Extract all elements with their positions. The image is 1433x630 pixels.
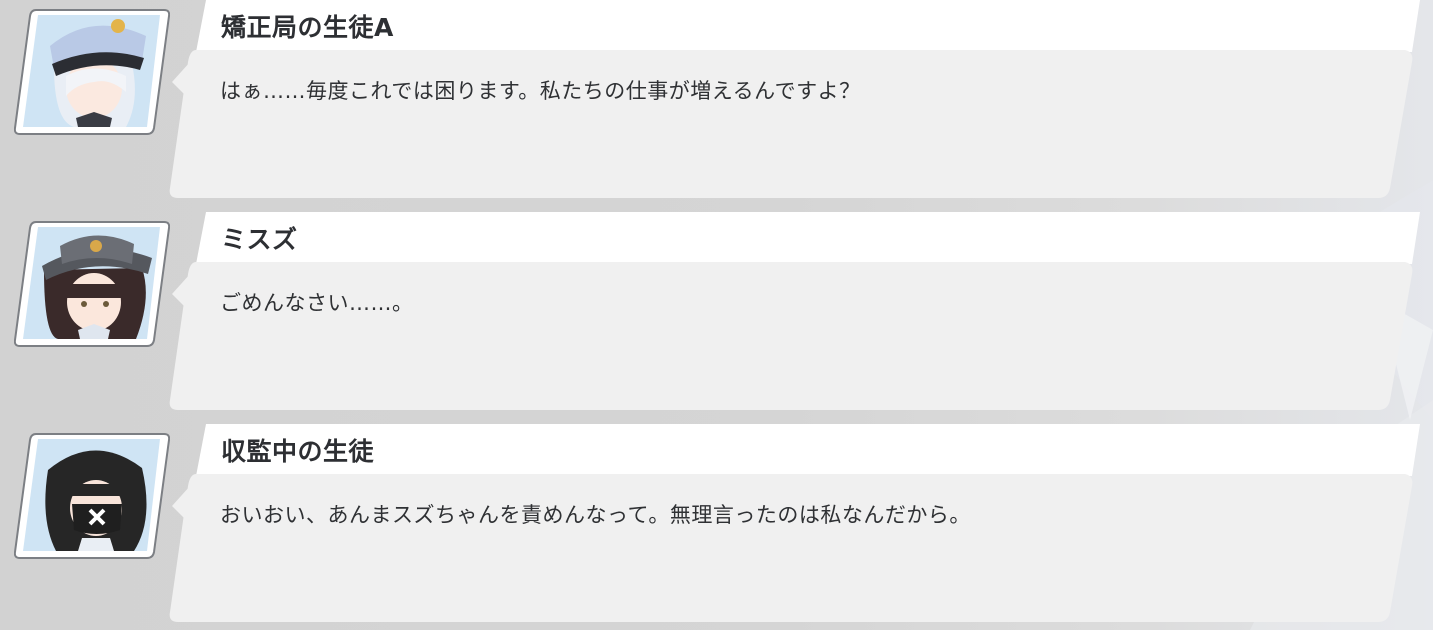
speaker-name: 収監中の生徒 [221,437,375,466]
misuzu-portrait-icon [14,218,170,348]
speaker-name: ミスズ [221,225,298,254]
dialogue-text: ごめんなさい……。 [220,291,414,315]
log-entry[interactable]: ミスズ ごめんなさい……。 [0,212,1433,412]
speaker-name: 矯正局の生徒A [221,13,394,42]
dialogue-log: 矯正局の生徒A はぁ……毎度これでは困ります。私たちの仕事が増えるんですよ？ ミ… [0,0,1433,630]
dialogue-text: おいおい、あんまスズちゃんを責めんなって。無理言ったのは私なんだから。 [220,503,971,527]
dialogue-text: はぁ……毎度これでは困ります。私たちの仕事が増えるんですよ？ [220,79,861,103]
log-entry[interactable]: 収監中の生徒 おいおい、あんまスズちゃんを責めんなって。無理言ったのは私なんだか… [0,424,1433,624]
student-police-cap-portrait-icon [14,6,170,136]
masked-student-portrait-icon [14,430,170,560]
log-entry[interactable]: 矯正局の生徒A はぁ……毎度これでは困ります。私たちの仕事が増えるんですよ？ [0,0,1433,200]
speech-bubble [169,212,1420,410]
